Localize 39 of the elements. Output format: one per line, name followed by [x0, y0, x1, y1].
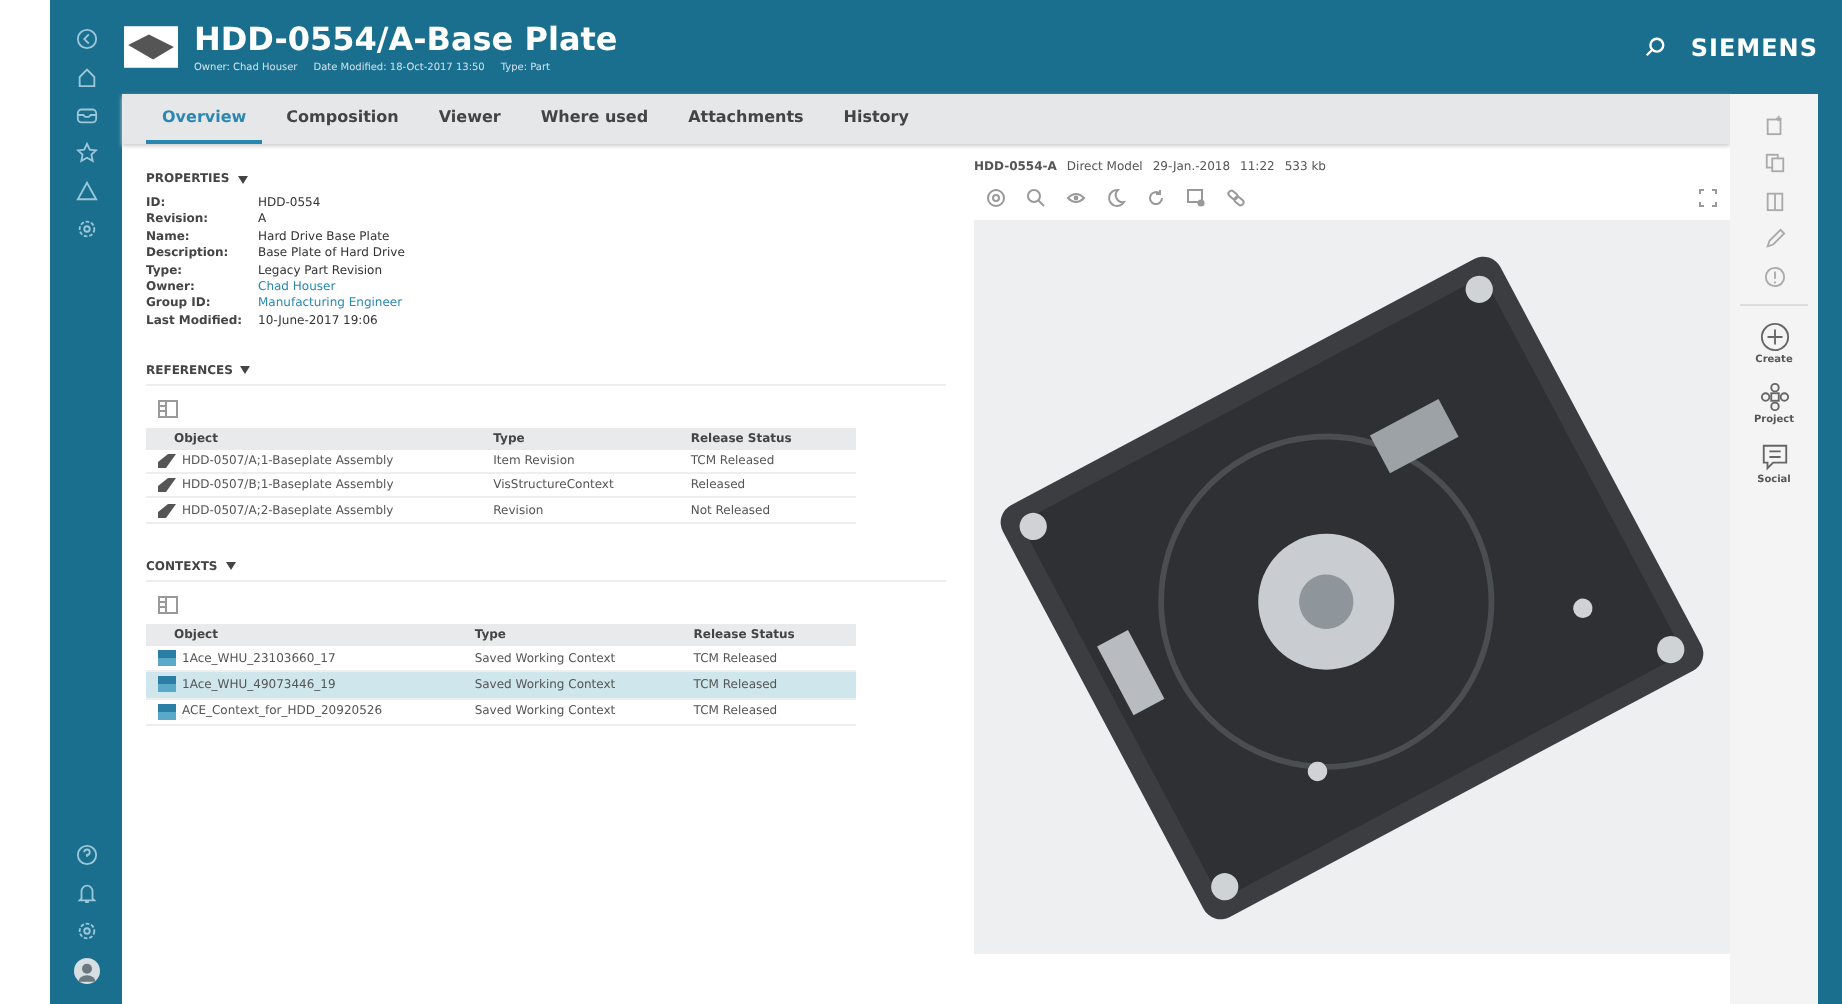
copy-icon[interactable]	[1763, 152, 1785, 174]
inbox-icon[interactable]	[75, 104, 97, 126]
caret-icon[interactable]	[237, 175, 248, 183]
context-icon	[158, 676, 176, 693]
moon-icon[interactable]	[1106, 188, 1126, 208]
brand-logo: SIEMENS	[1690, 33, 1818, 61]
gear-icon[interactable]	[75, 218, 97, 240]
tab[interactable]: Viewer	[422, 94, 517, 144]
link-icon[interactable]	[1226, 188, 1246, 208]
tab[interactable]: Composition	[270, 94, 415, 144]
caret-icon[interactable]	[225, 562, 236, 571]
rotate-icon[interactable]	[1146, 188, 1166, 208]
fullscreen-icon[interactable]	[1698, 188, 1718, 208]
user-avatar-icon[interactable]	[73, 958, 99, 984]
column-panel-icon[interactable]	[158, 595, 178, 614]
fit-view-icon[interactable]	[986, 188, 1006, 208]
caret-icon[interactable]	[240, 366, 251, 375]
help-icon[interactable]	[75, 844, 97, 866]
tab[interactable]: Where used	[524, 94, 665, 144]
warning-icon[interactable]	[75, 180, 97, 202]
info-icon[interactable]	[1763, 266, 1785, 288]
star-icon[interactable]	[75, 142, 97, 164]
settings-icon[interactable]	[75, 920, 97, 942]
section-icon[interactable]	[1186, 188, 1206, 208]
column-panel-icon[interactable]	[158, 399, 178, 418]
eye-icon[interactable]	[1066, 188, 1086, 208]
search-icon[interactable]	[1644, 36, 1667, 58]
object-title: HDD-0554/A-Base Plate	[194, 20, 620, 58]
context-icon	[158, 703, 176, 720]
context-icon	[158, 650, 176, 667]
paste-icon[interactable]	[1763, 190, 1785, 212]
bell-icon[interactable]	[75, 882, 97, 904]
part-thumbnail	[124, 26, 178, 68]
zoom-icon[interactable]	[1026, 188, 1046, 208]
pencil-icon[interactable]	[1763, 228, 1785, 250]
tab[interactable]: History	[827, 94, 925, 144]
home-icon[interactable]	[75, 66, 97, 88]
tab[interactable]: Attachments	[672, 94, 820, 144]
back-icon[interactable]	[75, 28, 97, 50]
